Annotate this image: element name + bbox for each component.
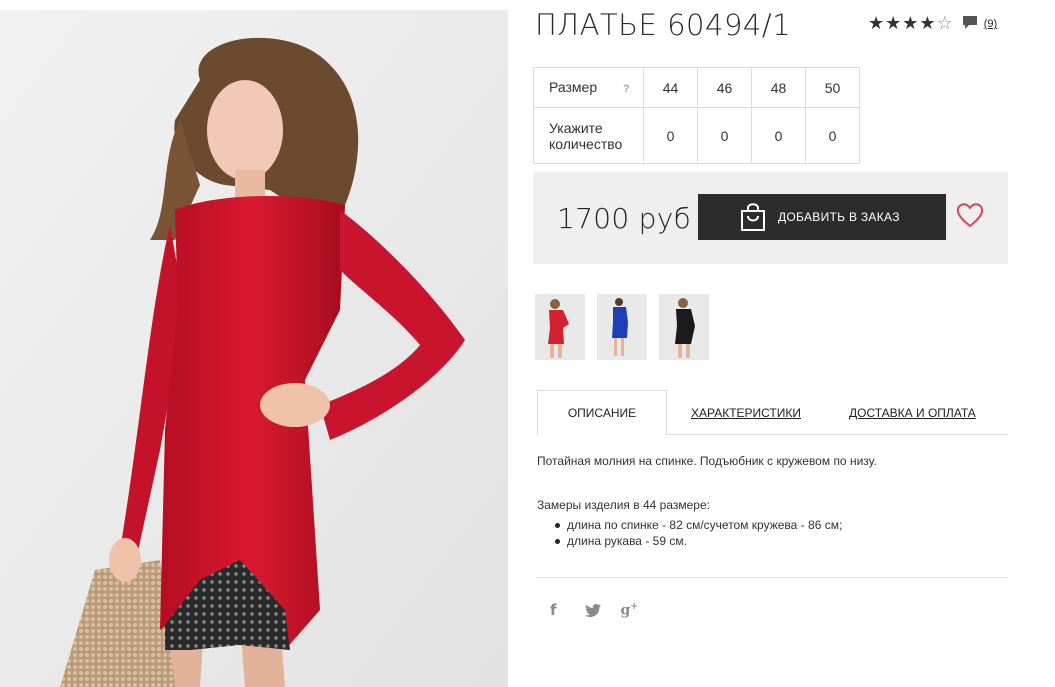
quantity-label-cell: Укажите количество bbox=[533, 107, 644, 164]
thumbnail-red[interactable] bbox=[535, 294, 585, 360]
facebook-icon[interactable]: f bbox=[550, 601, 557, 619]
size-label-cell: Размер ? bbox=[533, 67, 644, 108]
social-share: f g+ bbox=[550, 601, 638, 619]
color-thumbnails bbox=[535, 294, 721, 360]
tab-delivery-payment[interactable]: ДОСТАВКА И ОПЛАТА bbox=[849, 390, 976, 435]
description-panel: Потайная молния на спинке. Подъюбник с к… bbox=[537, 453, 1007, 549]
twitter-icon[interactable] bbox=[584, 603, 601, 617]
thumbnail-black-image bbox=[659, 294, 709, 360]
google-plus-sup: + bbox=[630, 601, 638, 612]
product-photo-illustration bbox=[0, 10, 508, 687]
thumbnail-red-image bbox=[535, 294, 585, 360]
star-icon[interactable]: ★ bbox=[868, 14, 884, 34]
divider bbox=[537, 577, 1008, 578]
quantity-input-50[interactable]: 0 bbox=[805, 107, 860, 164]
star-empty-icon[interactable]: ☆ bbox=[937, 14, 953, 34]
add-to-order-button[interactable]: ДОБАВИТЬ В ЗАКАЗ bbox=[698, 194, 946, 240]
reviews-count-link[interactable]: (9) bbox=[984, 18, 997, 30]
thumbnail-black[interactable] bbox=[659, 294, 709, 360]
size-help-icon[interactable]: ? bbox=[623, 81, 630, 97]
description-text: Потайная молния на спинке. Подъюбник с к… bbox=[537, 454, 877, 468]
google-plus-icon[interactable]: g+ bbox=[621, 602, 638, 619]
product-rating[interactable]: ★ ★ ★ ★ ☆ (9) bbox=[868, 13, 997, 35]
size-48: 48 bbox=[751, 67, 806, 108]
size-46: 46 bbox=[697, 67, 752, 108]
product-price: 1700 руб bbox=[557, 202, 692, 235]
size-table: Размер ? 44 46 48 50 Укажите количество … bbox=[533, 67, 860, 164]
size-50: 50 bbox=[805, 67, 860, 108]
measurements-list: длина по спинке - 82 см/сучетом кружева … bbox=[537, 517, 1007, 549]
list-item: длина рукава - 59 см. bbox=[555, 533, 1007, 549]
size-44: 44 bbox=[643, 67, 698, 108]
product-title: ПЛАТЬЕ 60494/1 bbox=[535, 8, 792, 42]
star-icon[interactable]: ★ bbox=[919, 14, 935, 34]
measurements-heading: Замеры изделия в 44 размере: bbox=[537, 498, 710, 512]
google-plus-glyph: g bbox=[620, 602, 631, 619]
comment-icon bbox=[962, 15, 978, 35]
product-photo[interactable] bbox=[0, 10, 508, 687]
quantity-input-44[interactable]: 0 bbox=[643, 107, 698, 164]
shopping-bag-icon bbox=[740, 202, 766, 232]
star-icon[interactable]: ★ bbox=[885, 14, 901, 34]
list-item: длина по спинке - 82 см/сучетом кружева … bbox=[555, 517, 1007, 533]
tab-description[interactable]: ОПИСАНИЕ bbox=[537, 390, 667, 436]
thumbnail-blue-image bbox=[597, 294, 647, 360]
product-tabs: ОПИСАНИЕ ХАРАКТЕРИСТИКИ ДОСТАВКА И ОПЛАТ… bbox=[537, 390, 1008, 436]
tab-characteristics[interactable]: ХАРАКТЕРИСТИКИ bbox=[691, 390, 801, 435]
thumbnail-blue[interactable] bbox=[597, 294, 647, 360]
heart-icon[interactable] bbox=[956, 202, 984, 233]
quantity-label-line2: количество bbox=[549, 135, 623, 152]
size-label: Размер bbox=[549, 78, 598, 95]
quantity-label-line1: Укажите bbox=[549, 119, 603, 136]
quantity-input-48[interactable]: 0 bbox=[751, 107, 806, 164]
price-box: 1700 руб ДОБАВИТЬ В ЗАКАЗ bbox=[533, 172, 1008, 264]
add-to-order-label: ДОБАВИТЬ В ЗАКАЗ bbox=[778, 210, 900, 224]
quantity-input-46[interactable]: 0 bbox=[697, 107, 752, 164]
star-icon[interactable]: ★ bbox=[902, 14, 918, 34]
size-row: Размер ? 44 46 48 50 bbox=[533, 67, 860, 108]
quantity-row: Укажите количество 0 0 0 0 bbox=[533, 107, 860, 164]
